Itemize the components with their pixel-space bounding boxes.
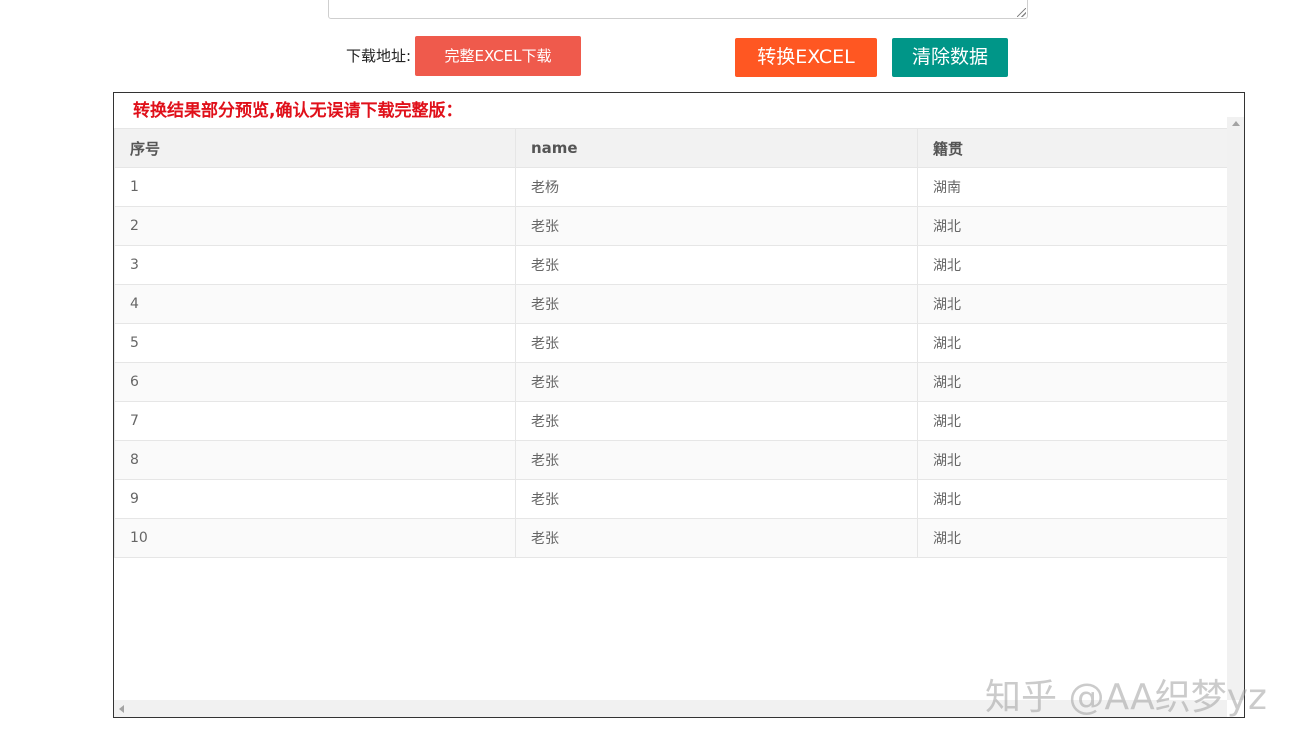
table-row: 7 老张 湖北 (114, 401, 1244, 441)
cell-origin: 湖北 (917, 518, 1244, 558)
cell-origin: 湖北 (917, 401, 1244, 441)
cell-name: 老张 (515, 518, 918, 558)
cell-name: 老张 (515, 284, 918, 324)
preview-table: 序号 name 籍贯 1 老杨 湖南 2 老张 湖北 3 老张 湖北 4 老张 湖北 5 老张 湖北 6 老张湖… (114, 128, 1244, 558)
vertical-scrollbar[interactable] (1227, 117, 1244, 700)
preview-panel: 转换结果部分预览,确认无误请下载完整版： 序号 name 籍贯 1 老杨 湖南 2 老张… (113, 92, 1245, 718)
column-header-index[interactable]: 序号 (114, 128, 516, 168)
cell-origin: 湖北 (917, 245, 1244, 285)
column-header-origin[interactable]: 籍贯 (917, 128, 1244, 168)
table-row: 6 老张 湖北 (114, 362, 1244, 402)
cell-index: 7 (114, 401, 516, 441)
cell-name: 老张 (515, 479, 918, 519)
cell-origin: 湖北 (917, 323, 1244, 363)
table-header-row: 序号 name 籍贯 (114, 128, 1244, 168)
resize-grip-icon[interactable] (1017, 8, 1026, 17)
cell-index: 4 (114, 284, 516, 324)
cell-index: 6 (114, 362, 516, 402)
scroll-left-arrow-icon[interactable] (119, 705, 124, 713)
table-row: 4 老张 湖北 (114, 284, 1244, 324)
table-row: 10 老张 湖北 (114, 518, 1244, 558)
scroll-up-arrow-icon[interactable] (1232, 121, 1240, 126)
zhihu-watermark: 知乎 @AA织梦yz (985, 677, 1267, 718)
cell-origin: 湖北 (917, 284, 1244, 324)
cell-index: 8 (114, 440, 516, 480)
clear-data-button[interactable]: 清除数据 (892, 38, 1008, 77)
cell-index: 9 (114, 479, 516, 519)
cell-origin: 湖北 (917, 206, 1244, 246)
download-address-label: 下载地址: (346, 47, 412, 65)
cell-index: 2 (114, 206, 516, 246)
cell-index: 3 (114, 245, 516, 285)
cell-origin: 湖北 (917, 440, 1244, 480)
cell-index: 5 (114, 323, 516, 363)
cell-name: 老张 (515, 323, 918, 363)
convert-excel-button[interactable]: 转换EXCEL (735, 38, 877, 77)
cell-name: 老张 (515, 362, 918, 402)
cell-index: 10 (114, 518, 516, 558)
cell-name: 老张 (515, 440, 918, 480)
table-row: 8 老张 湖北 (114, 440, 1244, 480)
download-full-excel-button[interactable]: 完整EXCEL下载 (415, 36, 581, 76)
cell-name: 老张 (515, 206, 918, 246)
table-row: 9 老张 湖北 (114, 479, 1244, 519)
preview-title: 转换结果部分预览,确认无误请下载完整版： (133, 101, 463, 121)
cell-name: 老杨 (515, 167, 918, 207)
table-row: 1 老杨 湖南 (114, 167, 1244, 207)
cell-name: 老张 (515, 245, 918, 285)
cell-origin: 湖北 (917, 362, 1244, 402)
table-row: 3 老张 湖北 (114, 245, 1244, 285)
column-header-name[interactable]: name (515, 128, 918, 168)
cell-index: 1 (114, 167, 516, 207)
cell-origin: 湖北 (917, 479, 1244, 519)
cell-name: 老张 (515, 401, 918, 441)
table-row: 2 老张 湖北 (114, 206, 1244, 246)
table-row: 5 老张 湖北 (114, 323, 1244, 363)
data-input-textarea[interactable] (328, 0, 1028, 19)
cell-origin: 湖南 (917, 167, 1244, 207)
